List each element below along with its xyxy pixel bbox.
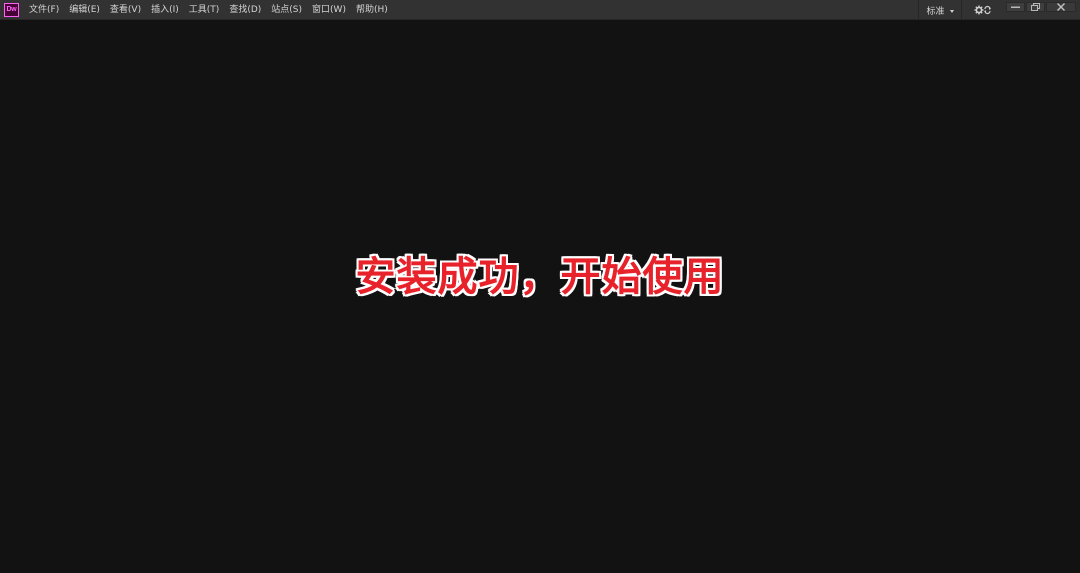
- menu-help[interactable]: 帮助(H): [351, 0, 393, 20]
- minimize-button[interactable]: [1006, 2, 1025, 12]
- workspace-canvas: 安装成功，开始使用: [0, 21, 1080, 573]
- install-success-message: 安装成功，开始使用: [355, 254, 725, 300]
- dreamweaver-logo-icon: Dw: [4, 3, 19, 17]
- close-icon: [1057, 3, 1065, 11]
- menu-file[interactable]: 文件(F): [24, 0, 64, 20]
- workspace-label: 标准: [926, 6, 945, 17]
- menu-window[interactable]: 窗口(W): [307, 0, 351, 20]
- title-bar: Dw 文件(F) 编辑(E) 查看(V) 插入(I) 工具(T) 查找(D) 站…: [0, 0, 1080, 20]
- chevron-down-icon: [949, 9, 954, 13]
- close-button[interactable]: [1046, 2, 1076, 12]
- workspace-switcher[interactable]: 标准: [918, 0, 962, 20]
- restore-icon: [1031, 3, 1040, 11]
- menu-insert[interactable]: 插入(I): [146, 0, 184, 20]
- menu-edit[interactable]: 编辑(E): [64, 0, 105, 20]
- menu-tools[interactable]: 工具(T): [184, 0, 225, 20]
- minimize-icon: [1011, 6, 1020, 8]
- menu-site[interactable]: 站点(S): [266, 0, 307, 20]
- gear-sync-icon: [974, 5, 991, 15]
- menu-view[interactable]: 查看(V): [105, 0, 146, 20]
- sync-settings-button[interactable]: [972, 2, 994, 18]
- restore-button[interactable]: [1026, 2, 1045, 12]
- menu-bar: 文件(F) 编辑(E) 查看(V) 插入(I) 工具(T) 查找(D) 站点(S…: [24, 0, 393, 20]
- menu-find[interactable]: 查找(D): [224, 0, 266, 20]
